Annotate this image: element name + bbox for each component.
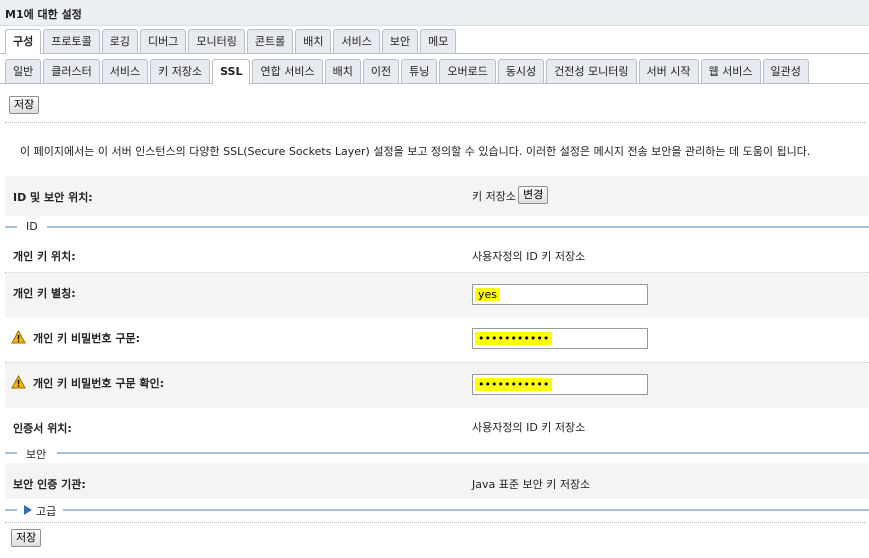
private-key-alias-row: 개인 키 별칭: [5,273,869,318]
subtab-ssl[interactable]: SSL [212,59,251,84]
subtab-cluster[interactable]: 클러스터 [43,59,100,83]
section-identity-title: ID [23,220,41,233]
subtab-web-services[interactable]: 웹 서비스 [700,59,761,83]
page-title: M1에 대한 설정 [5,8,82,21]
tab-protocols[interactable]: 프로토콜 [43,29,100,53]
identity-location-label: ID 및 보안 위치: [13,191,93,204]
passphrase-row: 개인 키 비밀번호 구문: [5,318,869,363]
passphrase-confirm-row: 개인 키 비밀번호 구문 확인: [5,363,869,408]
tab-logging[interactable]: 로깅 [101,29,138,53]
passphrase-confirm-value: ••••••••••• [475,378,553,391]
private-key-alias-value: yes [475,288,501,301]
subtab-deployment[interactable]: 배치 [324,59,361,83]
private-key-location-row: 개인 키 위치: 사용자정의 ID 키 저장소 [5,236,869,273]
passphrase-input[interactable]: ••••••••••• [472,328,648,349]
subtab-migration[interactable]: 이전 [362,59,400,83]
divider [5,122,865,123]
subtab-tuning[interactable]: 튜닝 [401,59,438,83]
tab-configuration[interactable]: 구성 [5,29,42,54]
identity-location-value: 키 저장소 [472,190,516,203]
section-trust: 보안 [5,446,869,462]
tab-notes[interactable]: 메모 [420,29,457,53]
subtab-health-monitoring[interactable]: 건전성 모니터링 [546,59,637,83]
tab-debug[interactable]: 디버그 [139,29,187,53]
passphrase-confirm-input[interactable]: ••••••••••• [472,374,648,395]
divider [5,522,865,523]
section-advanced: 고급 [5,503,869,519]
subtab-keystores[interactable]: 키 저장소 [150,59,211,83]
passphrase-label: 개인 키 비밀번호 구문: [33,332,140,345]
change-button[interactable]: 변경 [518,186,549,204]
subtab-federation[interactable]: 연합 서비스 [252,59,323,83]
trusted-ca-label: 보안 인증 기관: [13,478,86,491]
tab-security[interactable]: 보안 [381,29,419,53]
section-identity: ID [5,220,869,233]
tab-deployments[interactable]: 배치 [295,29,332,53]
tab-services[interactable]: 서비스 [333,29,380,53]
tab-monitoring[interactable]: 모니터링 [188,29,245,53]
subtab-services[interactable]: 서비스 [101,59,149,83]
subtab-overload[interactable]: 오버로드 [439,59,496,83]
certificate-location-row: 인증서 위치: 사용자정의 ID 키 저장소 [5,408,869,445]
private-key-alias-input[interactable]: yes [472,284,648,305]
trusted-ca-value: Java 표준 보안 키 저장소 [472,478,591,491]
save-button-top[interactable]: 저장 [9,96,40,114]
secondary-tabs: 일반 클러스터 서비스 키 저장소 SSL 연합 서비스 배치 이전 튜닝 오버… [5,59,811,84]
subtab-server-start[interactable]: 서버 시작 [638,59,699,83]
certificate-location-value: 사용자정의 ID 키 저장소 [472,421,586,434]
warning-icon [11,330,26,344]
private-key-location-value: 사용자정의 ID 키 저장소 [472,250,586,263]
section-trust-title: 보안 [23,446,50,462]
page-description: 이 페이지에서는 이 서버 인스턴스의 다양한 SSL(Secure Socke… [20,145,811,158]
subtab-general[interactable]: 일반 [5,59,42,83]
private-key-alias-label: 개인 키 별칭: [13,287,76,300]
tab-control[interactable]: 콘트롤 [246,29,294,53]
warning-icon [11,375,26,389]
expand-arrow-icon[interactable] [23,504,33,516]
certificate-location-label: 인증서 위치: [13,422,72,435]
passphrase-confirm-label: 개인 키 비밀번호 구문 확인: [33,377,165,390]
subtab-concurrency[interactable]: 동시성 [497,59,545,83]
trusted-ca-row: 보안 인증 기관: Java 표준 보안 키 저장소 [5,463,869,499]
title-bar: M1에 대한 설정 [0,0,869,26]
private-key-location-label: 개인 키 위치: [13,250,76,263]
save-button-bottom[interactable]: 저장 [11,529,42,547]
primary-tabs: 구성 프로토콜 로깅 디버그 모니터링 콘트롤 배치 서비스 보안 메모 [5,29,458,54]
subtab-coherence[interactable]: 일관성 [762,59,809,83]
identity-location-row: ID 및 보안 위치: 키 저장소 변경 [5,176,869,216]
passphrase-value: ••••••••••• [475,332,553,345]
section-advanced-title[interactable]: 고급 [33,503,60,519]
